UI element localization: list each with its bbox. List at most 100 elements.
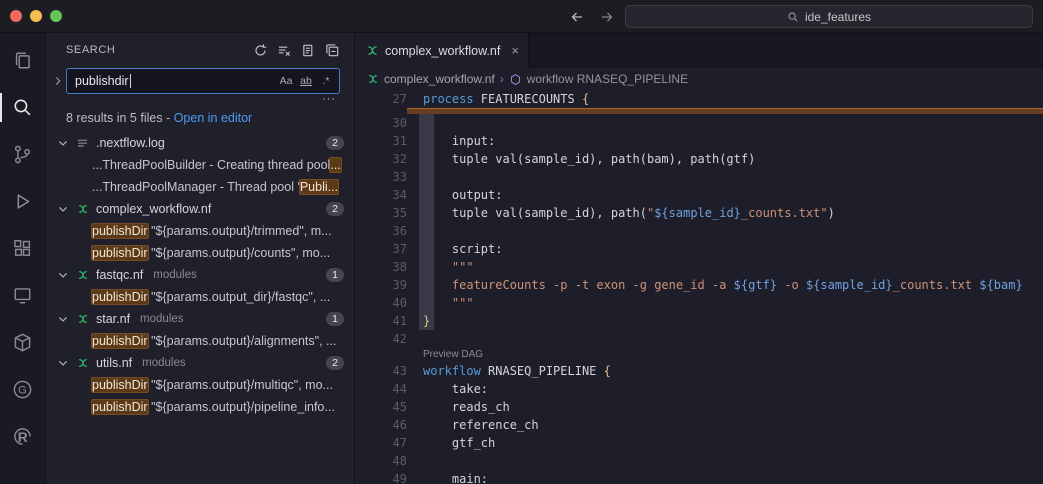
code-text: """ — [407, 258, 474, 276]
minimize-window-button[interactable] — [30, 10, 42, 22]
chevron-down-icon[interactable] — [55, 268, 71, 282]
sidebar-title: SEARCH — [66, 44, 115, 56]
tab-label: complex_workflow.nf — [385, 44, 500, 58]
text-caret — [130, 74, 131, 88]
code-line[interactable]: 38 """ — [355, 258, 1043, 276]
chevron-down-icon[interactable] — [55, 312, 71, 326]
search-match-row[interactable]: publishDir "${params.output}/alignments"… — [46, 330, 354, 352]
code-line[interactable]: 48 — [355, 452, 1043, 470]
search-match-row[interactable]: publishDir "${params.output}/counts", mo… — [46, 242, 354, 264]
toggle-replace-chevron-icon[interactable] — [50, 68, 66, 88]
code-line[interactable]: 27process FEATURECOUNTS { — [355, 90, 1043, 108]
code-line[interactable]: 41} — [355, 312, 1043, 330]
refresh-button[interactable] — [250, 40, 270, 60]
search-result-file-row[interactable]: fastqc.nfmodules1 — [46, 264, 354, 286]
activity-explorer-button[interactable] — [0, 37, 46, 84]
code-line[interactable]: 33 — [355, 168, 1043, 186]
code-text: script: — [407, 240, 502, 258]
line-number: 39 — [355, 276, 407, 294]
code-line[interactable]: 39 featureCounts -p -t exon -g gene_id -… — [355, 276, 1043, 294]
search-query-value: publishdir — [75, 74, 129, 88]
activity-search-button[interactable] — [0, 84, 46, 131]
code-line[interactable]: 43workflow RNASEQ_PIPELINE { — [355, 362, 1043, 380]
file-name: complex_workflow.nf — [96, 202, 211, 216]
chevron-down-icon[interactable] — [55, 202, 71, 216]
line-number: 41 — [355, 312, 407, 330]
match-text: "${params.output}/multiqc", mo... — [148, 378, 333, 392]
breadcrumb-file[interactable]: complex_workflow.nf — [384, 72, 495, 86]
activity-gitlens-button[interactable]: G — [0, 366, 46, 413]
file-name: fastqc.nf — [96, 268, 143, 282]
activity-run-debug-button[interactable] — [0, 178, 46, 225]
log-icon — [74, 137, 91, 150]
nextflow-icon — [74, 357, 91, 369]
chevron-down-icon[interactable] — [55, 136, 71, 150]
nextflow-icon — [74, 313, 91, 325]
match-highlight: publishDir — [92, 334, 148, 348]
code-text — [407, 168, 423, 186]
match-text: "${params.output}/alignments", ... — [148, 334, 337, 348]
line-number: 27 — [355, 90, 407, 108]
search-input[interactable]: publishdir Aa ab .* — [66, 68, 340, 94]
new-search-editor-button[interactable] — [298, 40, 318, 60]
window-controls — [10, 10, 62, 22]
activity-source-control-button[interactable] — [0, 131, 46, 178]
search-result-file-row[interactable]: .nextflow.log2 — [46, 132, 354, 154]
window-search-field[interactable]: ide_features — [625, 5, 1033, 28]
forward-button[interactable] — [596, 6, 618, 28]
file-name: .nextflow.log — [96, 136, 165, 150]
maximize-window-button[interactable] — [50, 10, 62, 22]
match-case-toggle[interactable]: Aa — [276, 72, 296, 91]
search-result-file-row[interactable]: complex_workflow.nf2 — [46, 198, 354, 220]
search-match-row[interactable]: publishDir "${params.output}/trimmed", m… — [46, 220, 354, 242]
code-line[interactable]: 44 take: — [355, 380, 1043, 398]
code-line[interactable]: 32 tuple val(sample_id), path(bam), path… — [355, 150, 1043, 168]
search-match-row[interactable]: publishDir "${params.output}/multiqc", m… — [46, 374, 354, 396]
breadcrumb-symbol[interactable]: workflow RNASEQ_PIPELINE — [527, 72, 688, 86]
activity-remote-explorer-button[interactable] — [0, 272, 46, 319]
code-line[interactable]: 42 — [355, 330, 1043, 348]
code-line[interactable]: 37 script: — [355, 240, 1043, 258]
file-description: modules — [153, 269, 196, 281]
chevron-down-icon[interactable] — [55, 356, 71, 370]
code-text — [407, 452, 423, 470]
code-line[interactable]: 36 — [355, 222, 1043, 240]
open-in-editor-link[interactable]: Open in editor — [174, 111, 253, 125]
code-line[interactable]: 47 gtf_ch — [355, 434, 1043, 452]
toggle-search-details[interactable]: ··· — [46, 94, 354, 106]
code-text: gtf_ch — [407, 434, 495, 452]
code-lines: 27process FEATURECOUNTS { 3031 input:32 t… — [355, 90, 1043, 484]
code-line[interactable]: 30 — [355, 114, 1043, 132]
clear-results-button[interactable] — [274, 40, 294, 60]
code-line[interactable]: 46 reference_ch — [355, 416, 1043, 434]
search-result-file-row[interactable]: utils.nfmodules2 — [46, 352, 354, 374]
code-text: reads_ch — [407, 398, 510, 416]
activity-r-language-button[interactable]: R — [0, 413, 46, 460]
code-line[interactable]: 35 tuple val(sample_id), path("${sample_… — [355, 204, 1043, 222]
close-window-button[interactable] — [10, 10, 22, 22]
search-match-row[interactable]: ...ThreadPoolBuilder - Creating thread p… — [46, 154, 354, 176]
back-button[interactable] — [566, 6, 588, 28]
code-line[interactable]: 40 """ — [355, 294, 1043, 312]
code-line[interactable]: 31 input: — [355, 132, 1043, 150]
search-match-row[interactable]: publishDir "${params.output}/pipeline_in… — [46, 396, 354, 418]
search-result-file-row[interactable]: star.nfmodules1 — [46, 308, 354, 330]
search-match-row[interactable]: publishDir "${params.output_dir}/fastqc"… — [46, 286, 354, 308]
collapse-all-button[interactable] — [322, 40, 342, 60]
tab-complex-workflow[interactable]: complex_workflow.nf × — [355, 33, 529, 68]
code-text: reference_ch — [407, 416, 539, 434]
svg-text:G: G — [18, 384, 27, 396]
match-highlight: ... — [330, 158, 340, 172]
search-match-row[interactable]: ...ThreadPoolManager - Thread pool 'Publ… — [46, 176, 354, 198]
code-text — [407, 114, 423, 132]
code-line[interactable]: 49 main: — [355, 470, 1043, 484]
whole-word-toggle[interactable]: ab — [296, 72, 316, 91]
codelens-preview-dag[interactable]: Preview DAG — [355, 348, 1043, 362]
close-tab-icon[interactable]: × — [511, 43, 519, 58]
code-line[interactable]: 45 reads_ch — [355, 398, 1043, 416]
code-text: } — [407, 312, 430, 330]
activity-extensions-button[interactable] — [0, 225, 46, 272]
activity-package-button[interactable] — [0, 319, 46, 366]
code-line[interactable]: 34 output: — [355, 186, 1043, 204]
regex-toggle[interactable]: .* — [316, 72, 336, 91]
